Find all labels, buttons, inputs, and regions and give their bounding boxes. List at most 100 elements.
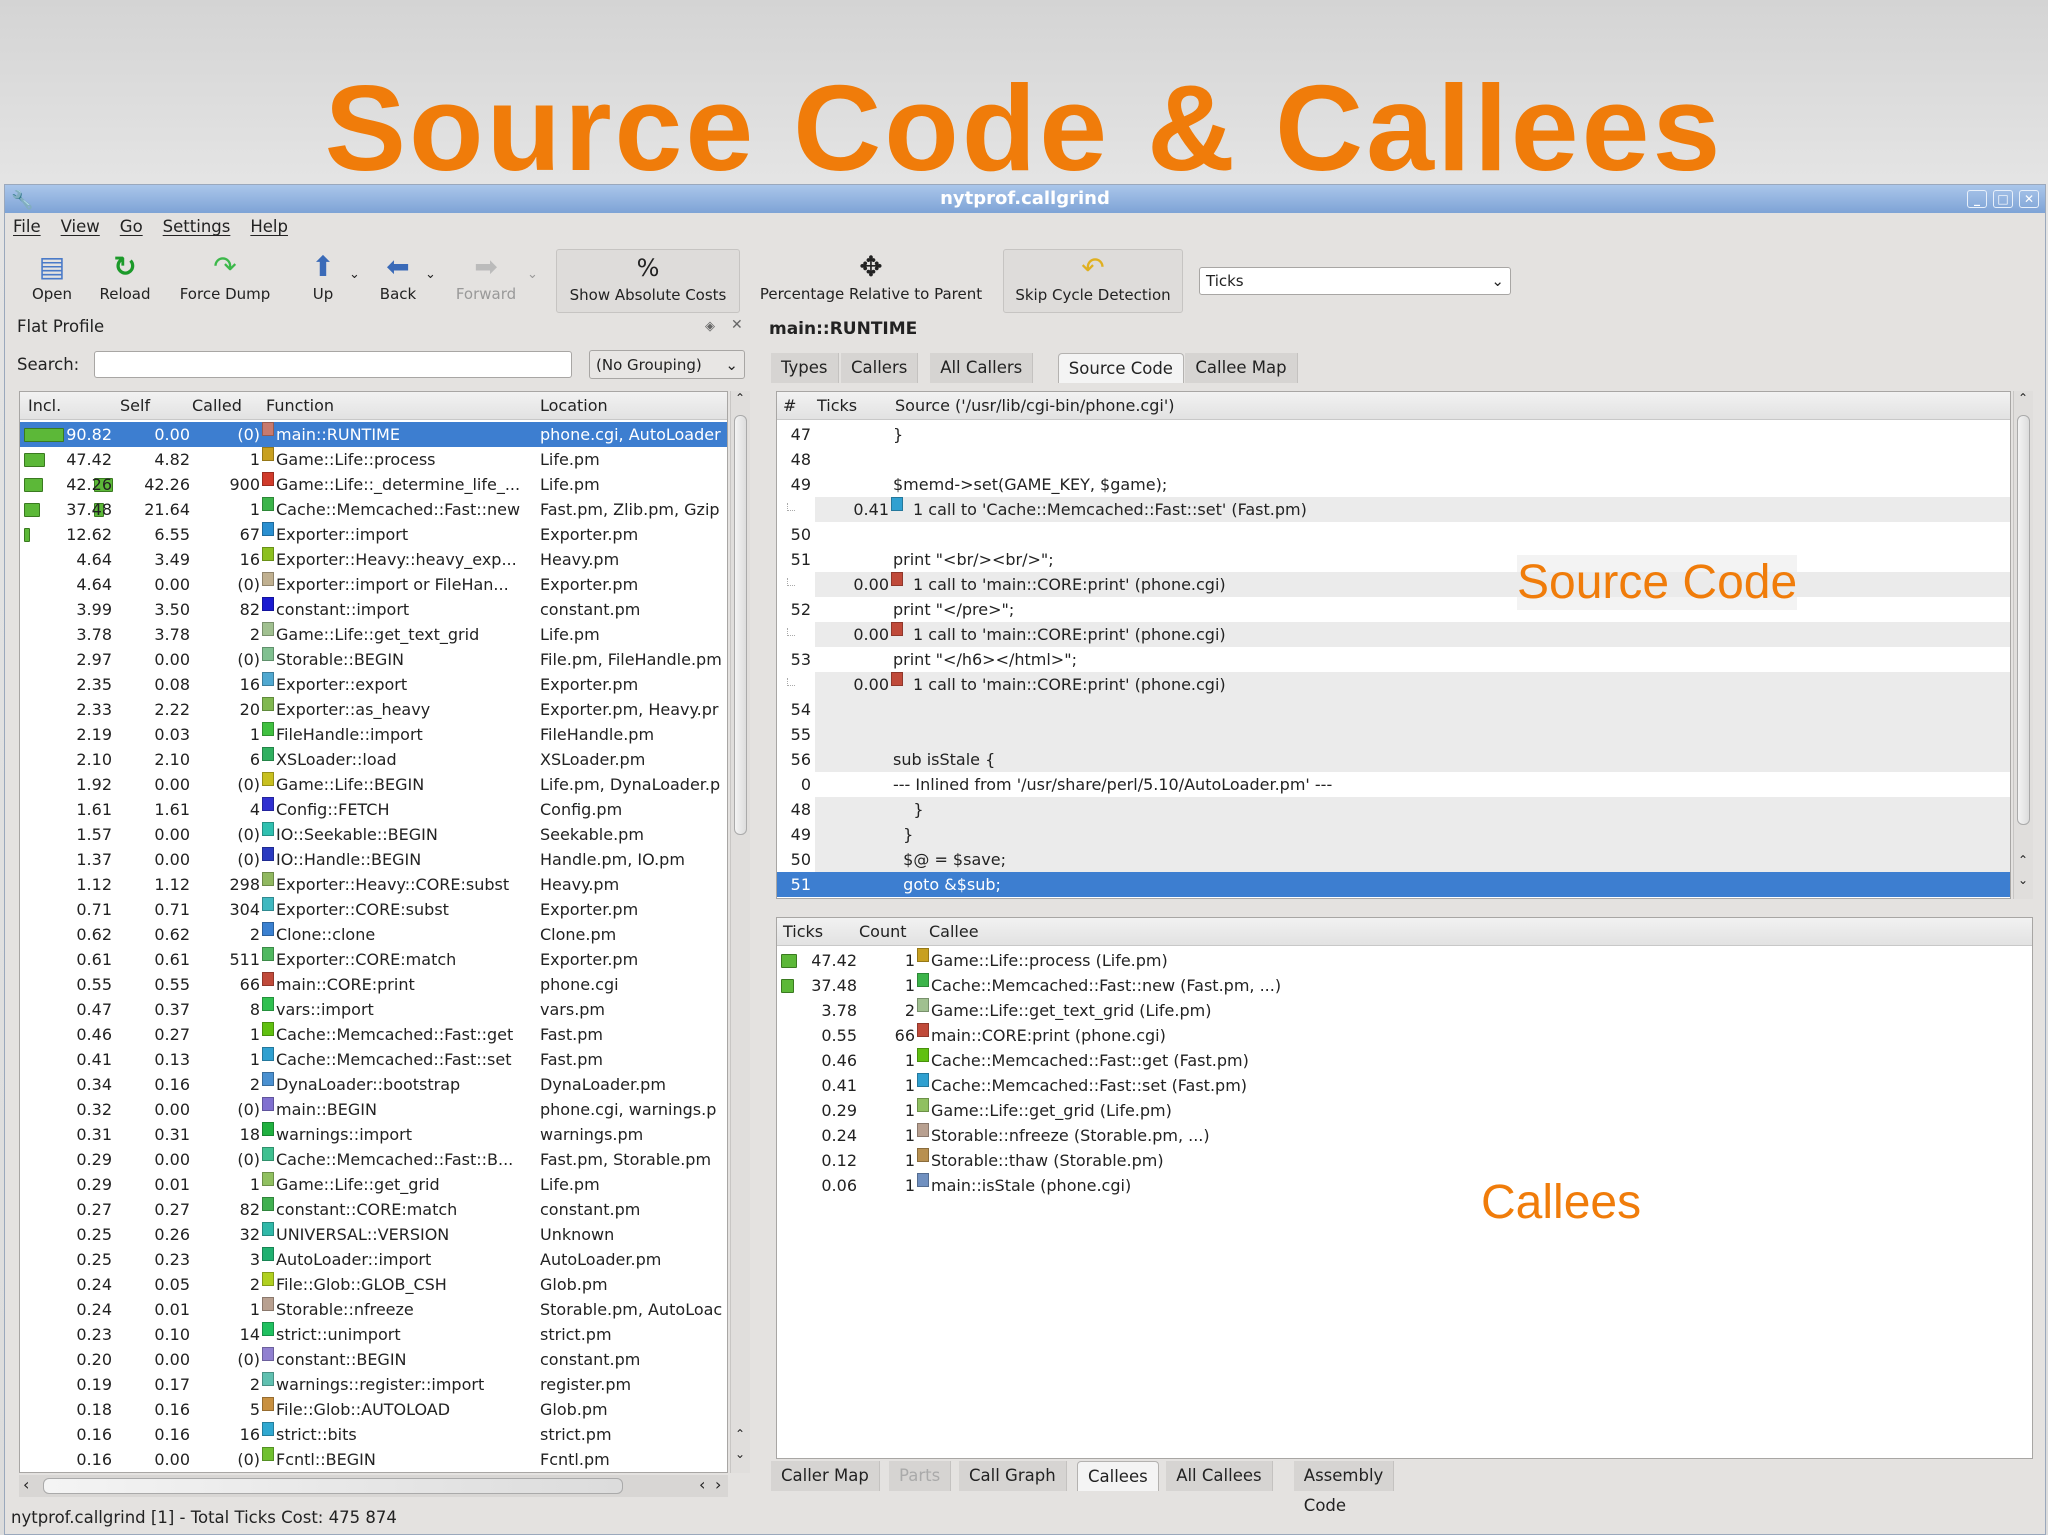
table-row[interactable]: 0.71 0.71 304 Exporter::CORE:subst Exporter.… xyxy=(20,897,727,922)
skip-cycle-detection-toggle[interactable]: ↶ Skip Cycle Detection xyxy=(1003,249,1183,313)
source-line[interactable]: 0.00 1 call to 'main::CORE:print' (phone.… xyxy=(777,572,2010,597)
scroll-up-icon[interactable]: ⌃ xyxy=(2018,391,2028,405)
horizontal-scrollbar[interactable]: ‹ ‹ › xyxy=(19,1475,728,1497)
tab-all-callees[interactable]: All Callees xyxy=(1166,1461,1273,1491)
scrollbar-thumb[interactable] xyxy=(2017,415,2030,825)
scroll-left-icon[interactable]: ‹ xyxy=(699,1475,705,1494)
force-dump-button[interactable]: ↷ Force Dump xyxy=(173,249,277,313)
menu-help[interactable]: Help xyxy=(250,217,288,243)
table-row[interactable]: 2.10 2.10 6 XSLoader::load XSLoader.pm xyxy=(20,747,727,772)
cost-type-select[interactable]: Ticks ⌄ xyxy=(1199,267,1511,295)
grouping-select[interactable]: (No Grouping) ⌄ xyxy=(589,350,745,379)
tab-call-graph[interactable]: Call Graph xyxy=(959,1461,1067,1491)
table-row[interactable]: 1.92 0.00 (0) Game::Life::BEGIN Life.pm, Dyn… xyxy=(20,772,727,797)
callee-row[interactable]: 0.46 1 Cache::Memcached::Fast::get (Fast.p… xyxy=(777,1048,2032,1073)
forward-button[interactable]: ➡ Forward xyxy=(451,249,521,313)
tab-assembly-code[interactable]: Assembly Code xyxy=(1293,1461,1395,1515)
table-row[interactable]: 1.61 1.61 4 Config::FETCH Config.pm xyxy=(20,797,727,822)
col-source[interactable]: Source ('/usr/lib/cgi-bin/phone.cgi') xyxy=(895,396,1174,415)
callee-row[interactable]: 0.55 66 main::CORE:print (phone.cgi) xyxy=(777,1023,2032,1048)
close-button[interactable]: ✕ xyxy=(2019,190,2039,208)
table-row[interactable]: 0.41 0.13 1 Cache::Memcached::Fast::set Fast… xyxy=(20,1047,727,1072)
scroll-down-icon[interactable]: ⌄ xyxy=(735,1447,745,1461)
source-line[interactable]: 50 xyxy=(777,522,2010,547)
col-incl[interactable]: Incl. xyxy=(28,396,61,415)
open-button[interactable]: ▤ Open xyxy=(27,249,77,313)
table-row[interactable]: 2.35 0.08 16 Exporter::export Exporter.pm xyxy=(20,672,727,697)
source-line[interactable]: 53 print "</h6></html>"; xyxy=(777,647,2010,672)
table-row[interactable]: 47.42 4.82 1 Game::Life::process Life.pm xyxy=(20,447,727,472)
callee-row[interactable]: 0.29 1 Game::Life::get_grid (Life.pm) xyxy=(777,1098,2032,1123)
tab-source-code[interactable]: Source Code xyxy=(1057,353,1184,383)
source-line[interactable]: 51 print "<br/><br/>"; xyxy=(777,547,2010,572)
source-line[interactable]: 0.00 1 call to 'main::CORE:print' (phone.… xyxy=(777,672,2010,697)
table-row[interactable]: 0.62 0.62 2 Clone::clone Clone.pm xyxy=(20,922,727,947)
scroll-left-icon[interactable]: ‹ xyxy=(23,1475,29,1494)
scroll-up-icon[interactable]: ⌃ xyxy=(735,1427,745,1441)
source-line[interactable]: 49 } xyxy=(777,822,2010,847)
source-line[interactable]: 0 --- Inlined from '/usr/share/perl/5.10/… xyxy=(777,772,2010,797)
close-panel-icon[interactable]: ✕ xyxy=(731,317,743,333)
table-row[interactable]: 0.32 0.00 (0) main::BEGIN phone.cgi, warning… xyxy=(20,1097,727,1122)
show-absolute-costs-toggle[interactable]: % Show Absolute Costs xyxy=(556,249,740,313)
menu-go[interactable]: Go xyxy=(120,217,143,243)
up-dropdown-icon[interactable]: ⌄ xyxy=(349,267,360,282)
reload-button[interactable]: ↻ Reload xyxy=(95,249,155,313)
col-self[interactable]: Self xyxy=(120,396,150,415)
table-row[interactable]: 90.82 0.00 (0) main::RUNTIME phone.cgi, Auto… xyxy=(20,422,727,447)
table-row[interactable]: 0.18 0.16 5 File::Glob::AUTOLOAD Glob.pm xyxy=(20,1397,727,1422)
table-row[interactable]: 0.16 0.00 (0) Fcntl::BEGIN Fcntl.pm xyxy=(20,1447,727,1472)
table-row[interactable]: 0.46 0.27 1 Cache::Memcached::Fast::get Fast… xyxy=(20,1022,727,1047)
maximize-button[interactable]: □ xyxy=(1993,190,2013,208)
table-row[interactable]: 2.19 0.03 1 FileHandle::import FileHandle.pm xyxy=(20,722,727,747)
col-callee[interactable]: Callee xyxy=(929,922,979,941)
col-ticks[interactable]: Ticks xyxy=(817,396,857,415)
col-line-number[interactable]: # xyxy=(783,396,796,415)
table-row[interactable]: 1.37 0.00 (0) IO::Handle::BEGIN Handle.pm, I… xyxy=(20,847,727,872)
col-location[interactable]: Location xyxy=(540,396,608,415)
col-count[interactable]: Count xyxy=(859,922,907,941)
source-line[interactable]: 48 } xyxy=(777,797,2010,822)
tab-all-callers[interactable]: All Callers xyxy=(930,353,1034,383)
table-row[interactable]: 12.62 6.55 67 Exporter::import Exporter.pm xyxy=(20,522,727,547)
callee-row[interactable]: 37.48 1 Cache::Memcached::Fast::new (Fast.… xyxy=(777,973,2032,998)
table-row[interactable]: 0.29 0.01 1 Game::Life::get_grid Life.pm xyxy=(20,1172,727,1197)
table-row[interactable]: 0.34 0.16 2 DynaLoader::bootstrap DynaLoader… xyxy=(20,1072,727,1097)
table-row[interactable]: 0.31 0.31 18 warnings::import warnings.pm xyxy=(20,1122,727,1147)
table-row[interactable]: 0.61 0.61 511 Exporter::CORE:match Exporter.… xyxy=(20,947,727,972)
table-row[interactable]: 37.48 21.64 1 Cache::Memcached::Fast::new Fa… xyxy=(20,497,727,522)
source-line[interactable]: 52 print "</pre>"; xyxy=(777,597,2010,622)
table-row[interactable]: 0.19 0.17 2 warnings::register::import regis… xyxy=(20,1372,727,1397)
table-row[interactable]: 0.47 0.37 8 vars::import vars.pm xyxy=(20,997,727,1022)
table-row[interactable]: 42.26 42.26 900 Game::Life::_determine_life… xyxy=(20,472,727,497)
table-row[interactable]: 2.97 0.00 (0) Storable::BEGIN File.pm, FileH… xyxy=(20,647,727,672)
table-row[interactable]: 0.29 0.00 (0) Cache::Memcached::Fast::B... F… xyxy=(20,1147,727,1172)
back-dropdown-icon[interactable]: ⌄ xyxy=(425,267,436,282)
scroll-down-icon[interactable]: ⌄ xyxy=(2018,873,2028,887)
table-row[interactable]: 0.24 0.01 1 Storable::nfreeze Storable.pm, A… xyxy=(20,1297,727,1322)
col-called[interactable]: Called xyxy=(192,396,242,415)
float-panel-icon[interactable]: ◈ xyxy=(705,319,715,334)
forward-dropdown-icon[interactable]: ⌄ xyxy=(527,267,538,282)
source-line[interactable]: 56 sub isStale { xyxy=(777,747,2010,772)
back-button[interactable]: ⬅ Back xyxy=(375,249,421,313)
table-row[interactable]: 0.24 0.05 2 File::Glob::GLOB_CSH Glob.pm xyxy=(20,1272,727,1297)
table-row[interactable]: 0.27 0.27 82 constant::CORE:match constant.p… xyxy=(20,1197,727,1222)
tab-callee-map[interactable]: Callee Map xyxy=(1185,353,1298,383)
table-row[interactable]: 1.57 0.00 (0) IO::Seekable::BEGIN Seekable.p… xyxy=(20,822,727,847)
source-vertical-scrollbar[interactable]: ⌃ ⌃ ⌄ xyxy=(2013,391,2033,899)
scrollbar-thumb[interactable] xyxy=(734,415,747,835)
callee-row[interactable]: 0.41 1 Cache::Memcached::Fast::set (Fast.p… xyxy=(777,1073,2032,1098)
table-row[interactable]: 0.16 0.16 16 strict::bits strict.pm xyxy=(20,1422,727,1447)
tab-callers[interactable]: Callers xyxy=(841,353,919,383)
col-function[interactable]: Function xyxy=(266,396,334,415)
tab-types[interactable]: Types xyxy=(771,353,839,383)
callee-row[interactable]: 47.42 1 Game::Life::process (Life.pm) xyxy=(777,948,2032,973)
table-row[interactable]: 0.55 0.55 66 main::CORE:print phone.cgi xyxy=(20,972,727,997)
source-line[interactable]: 55 xyxy=(777,722,2010,747)
scroll-right-icon[interactable]: › xyxy=(715,1475,721,1494)
tab-caller-map[interactable]: Caller Map xyxy=(771,1461,880,1491)
scrollbar-thumb[interactable] xyxy=(43,1478,623,1494)
table-row[interactable]: 3.78 3.78 2 Game::Life::get_text_grid Life.p… xyxy=(20,622,727,647)
tab-callees[interactable]: Callees xyxy=(1077,1461,1159,1491)
